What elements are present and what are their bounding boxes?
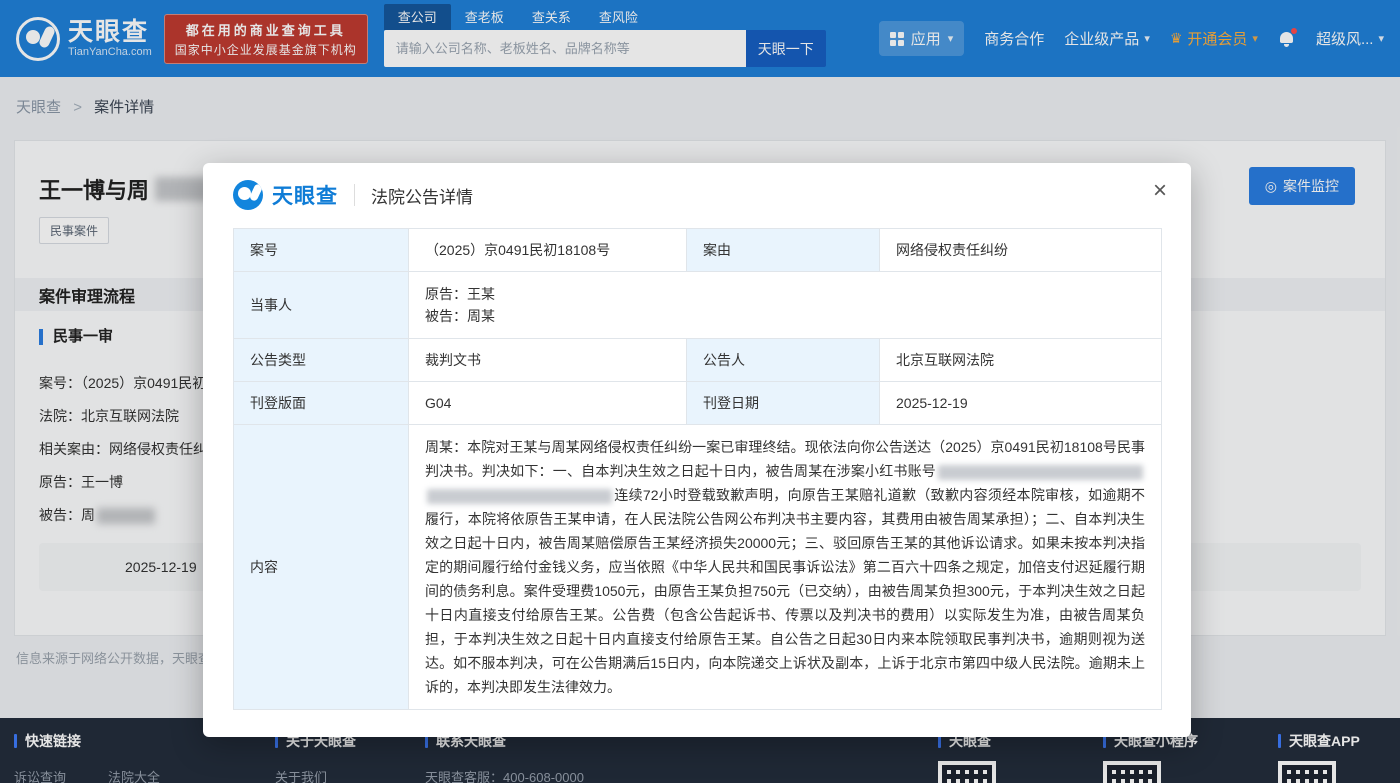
content-value: 周某：本院对王某与周某网络侵权责任纠纷一案已审理终结。现依法向你公告送达（202… bbox=[409, 425, 1162, 710]
table-row: 公告类型 裁判文书 公告人 北京互联网法院 bbox=[234, 339, 1162, 382]
modal-header: 天眼查 法院公告详情 × bbox=[203, 163, 1191, 220]
table-row: 当事人 原告：王某 被告：周某 bbox=[234, 272, 1162, 339]
type-value: 裁判文书 bbox=[409, 339, 687, 382]
modal-brand-name: 天眼查 bbox=[272, 180, 338, 210]
tianyancha-eye-icon bbox=[233, 180, 263, 210]
close-icon[interactable]: × bbox=[1153, 179, 1167, 203]
party-defendant: 被告：周某 bbox=[425, 305, 1145, 327]
case-no-label: 案号 bbox=[234, 229, 409, 272]
divider bbox=[354, 184, 355, 206]
table-row: 案号 （2025）京0491民初18108号 案由 网络侵权责任纠纷 bbox=[234, 229, 1162, 272]
table-row: 刊登版面 G04 刊登日期 2025-12-19 bbox=[234, 382, 1162, 425]
page-label: 刊登版面 bbox=[234, 382, 409, 425]
type-label: 公告类型 bbox=[234, 339, 409, 382]
announcement-table: 案号 （2025）京0491民初18108号 案由 网络侵权责任纠纷 当事人 原… bbox=[233, 228, 1162, 710]
redacted-account-blur bbox=[938, 465, 1143, 480]
page-value: G04 bbox=[409, 382, 687, 425]
content-label: 内容 bbox=[234, 425, 409, 710]
party-value: 原告：王某 被告：周某 bbox=[409, 272, 1162, 339]
content-text-part2: 连续72小时登载致歉声明，向原告王某赔礼道歉（致歉内容须经本院审核，如逾期不履行… bbox=[425, 487, 1145, 695]
announcer-value: 北京互联网法院 bbox=[880, 339, 1162, 382]
announcer-label: 公告人 bbox=[687, 339, 880, 382]
date-label: 刊登日期 bbox=[687, 382, 880, 425]
date-value: 2025-12-19 bbox=[880, 382, 1162, 425]
redacted-account-blur bbox=[427, 489, 612, 504]
case-no-value: （2025）京0491民初18108号 bbox=[409, 229, 687, 272]
cause-label: 案由 bbox=[687, 229, 880, 272]
cause-value: 网络侵权责任纠纷 bbox=[880, 229, 1162, 272]
party-plaintiff: 原告：王某 bbox=[425, 283, 1145, 305]
court-announcement-modal: 天眼查 法院公告详情 × 案号 （2025）京0491民初18108号 案由 网… bbox=[203, 163, 1191, 737]
party-label: 当事人 bbox=[234, 272, 409, 339]
table-row: 内容 周某：本院对王某与周某网络侵权责任纠纷一案已审理终结。现依法向你公告送达（… bbox=[234, 425, 1162, 710]
modal-title: 法院公告详情 bbox=[371, 183, 473, 208]
